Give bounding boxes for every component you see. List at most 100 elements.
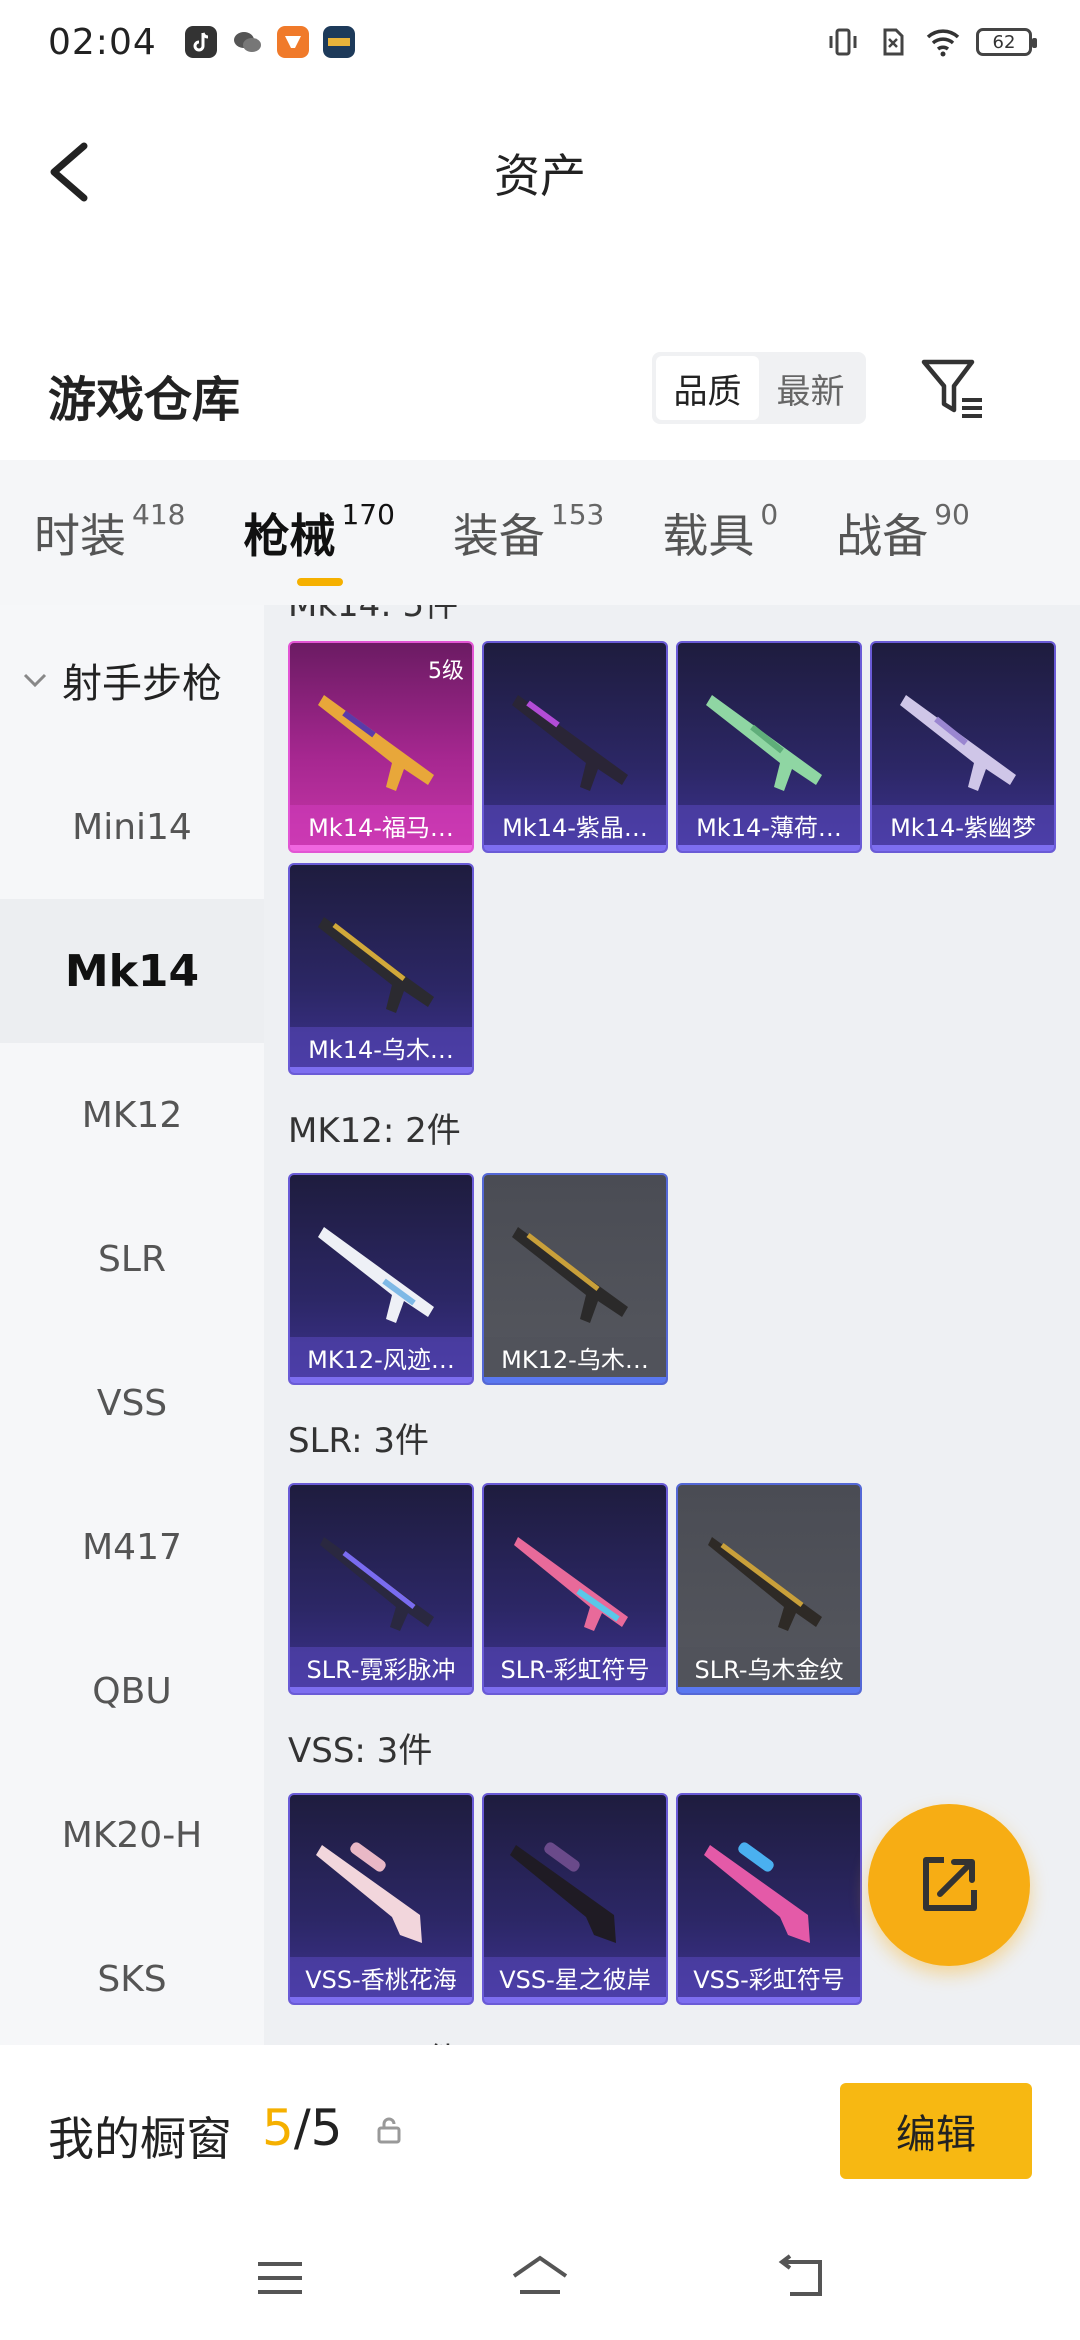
edit-button[interactable]: 编辑 — [840, 2083, 1032, 2179]
chevron-down-icon — [23, 673, 47, 688]
weapon-name: SLR-彩虹符号 — [484, 1647, 666, 1687]
section-title: M417: 1件 — [288, 2033, 460, 2045]
tab-label: 装备 — [452, 508, 545, 563]
sidebar-item-sks[interactable]: SKS — [0, 1907, 264, 2051]
tab-count: 0 — [760, 497, 779, 531]
share-button[interactable] — [868, 1804, 1030, 1966]
weapon-card[interactable]: VSS-香桃花海 — [288, 1793, 474, 2005]
tab-supplies[interactable]: 战备 90 — [836, 497, 970, 566]
warehouse-title: 游戏仓库 — [48, 372, 241, 428]
sidebar-group-header[interactable]: 射手步枪 — [0, 605, 264, 755]
rifle-icon — [318, 1227, 434, 1323]
weapon-card[interactable]: Mk14-薄荷… — [676, 641, 862, 853]
home-icon[interactable] — [508, 2246, 572, 2310]
tab-count: 170 — [341, 497, 395, 531]
weapon-card[interactable]: VSS-星之彼岸 — [482, 1793, 668, 2005]
section-title: SLR: 3件 — [288, 1421, 429, 1461]
weapon-card[interactable]: SLR-彩虹符号 — [482, 1483, 668, 1695]
sidebar-item-m417[interactable]: M417 — [0, 1475, 264, 1619]
tab-active-indicator — [297, 577, 344, 586]
page-title: 资产 — [494, 149, 586, 203]
category-tabs: 时装 418 枪械 170 装备 153 载具 0 战备 90 — [0, 460, 1080, 605]
weapon-card[interactable]: SLR-乌木金纹 — [676, 1483, 862, 1695]
no-sim-icon — [883, 28, 904, 56]
status-bar: 02:04 62 — [0, 0, 1080, 84]
sidebar-item-vss[interactable]: VSS — [0, 1331, 264, 1475]
sidebar-item-mk20h[interactable]: MK20-H — [0, 1763, 264, 1907]
back-nav-icon[interactable] — [768, 2246, 832, 2310]
rifle-icon — [316, 1842, 422, 1943]
game-app-icon — [322, 26, 355, 58]
notification-icons — [184, 26, 355, 58]
weapon-name: SLR-霓彩脉冲 — [290, 1647, 472, 1687]
sidebar-group-label: 射手步枪 — [62, 661, 222, 707]
sort-toggle: 品质 最新 — [652, 352, 866, 424]
tab-count: 418 — [132, 497, 186, 531]
menu-icon[interactable] — [248, 2246, 312, 2310]
showcase-total: /5 — [293, 2099, 343, 2157]
weapon-card[interactable]: Mk14-乌木… — [288, 863, 474, 1075]
weapon-card[interactable]: Mk14-紫晶… — [482, 641, 668, 853]
rifle-icon — [320, 1537, 434, 1631]
rifle-icon — [318, 917, 434, 1013]
showcase-panel: 我的橱窗 5/5 编辑 — [0, 2045, 1080, 2215]
tab-firearms[interactable]: 枪械 170 — [243, 497, 395, 586]
tab-count: 90 — [934, 497, 970, 531]
tab-label: 战备 — [836, 508, 929, 563]
weapon-name: MK12-风迹… — [290, 1337, 472, 1377]
sidebar-item-mini14[interactable]: Mini14 — [0, 755, 264, 899]
level-badge: 5级 — [428, 659, 464, 684]
sidebar-item-slr[interactable]: SLR — [0, 1187, 264, 1331]
weapon-card[interactable]: MK12-风迹… — [288, 1173, 474, 1385]
tiktok-icon — [184, 26, 217, 58]
section-title: MK12: 2件 — [288, 1111, 461, 1151]
weapon-card[interactable]: MK12-乌木… — [482, 1173, 668, 1385]
game-app-icon — [276, 26, 309, 58]
lock-icon — [377, 2117, 401, 2144]
status-time: 02:04 — [48, 21, 157, 63]
weapon-name: Mk14-紫幽梦 — [872, 805, 1054, 845]
weapon-card[interactable]: 5级 Mk14-福马… — [288, 641, 474, 853]
weapon-name: Mk14-福马… — [290, 805, 472, 845]
showcase-label: 我的橱窗 — [48, 2112, 232, 2166]
tab-label: 时装 — [34, 508, 126, 563]
weapon-name: Mk14-紫晶… — [484, 805, 666, 845]
weapon-name: VSS-彩虹符号 — [678, 1957, 860, 1997]
weapon-card[interactable]: VSS-彩虹符号 — [676, 1793, 862, 2005]
filter-icon[interactable] — [918, 354, 988, 424]
weapon-name: Mk14-乌木… — [290, 1027, 472, 1067]
warehouse-header: 游戏仓库 品质 最新 — [0, 340, 1080, 450]
rifle-icon — [900, 695, 1016, 791]
sidebar-item-qbu[interactable]: QBU — [0, 1619, 264, 1763]
rifle-icon — [510, 1842, 616, 1943]
sort-quality-button[interactable]: 品质 — [656, 356, 759, 420]
battery-icon: 62 — [976, 28, 1037, 56]
showcase-count: 5/5 — [262, 2099, 342, 2157]
weapon-name: SLR-乌木金纹 — [678, 1647, 860, 1687]
rifle-icon — [704, 1842, 810, 1943]
rifle-icon — [708, 1537, 822, 1631]
section-title: Mk14: 5件 — [288, 605, 459, 625]
rifle-icon — [512, 695, 628, 791]
tab-fashion[interactable]: 时装 418 — [34, 497, 186, 566]
sort-newest-button[interactable]: 最新 — [759, 356, 862, 420]
weapon-card[interactable]: SLR-霓彩脉冲 — [288, 1483, 474, 1695]
rifle-icon — [706, 695, 822, 791]
weapon-name: VSS-星之彼岸 — [484, 1957, 666, 1997]
sidebar-item-mk12[interactable]: MK12 — [0, 1043, 264, 1187]
wechat-icon — [233, 32, 261, 52]
tab-count: 153 — [550, 497, 605, 531]
tab-label: 载具 — [662, 508, 755, 563]
system-nav-bar — [0, 2215, 1080, 2340]
tab-equipment[interactable]: 装备 153 — [452, 497, 605, 566]
showcase-current: 5 — [262, 2099, 294, 2157]
share-icon — [923, 1857, 977, 1911]
weapon-name: VSS-香桃花海 — [290, 1957, 472, 1997]
nav-bar: 资产 — [0, 110, 1080, 230]
wifi-icon — [926, 29, 960, 57]
section-title: VSS: 3件 — [288, 1731, 433, 1771]
sidebar-item-mk14[interactable]: Mk14 — [0, 899, 264, 1043]
rifle-icon — [514, 1537, 628, 1631]
tab-vehicles[interactable]: 载具 0 — [662, 497, 779, 566]
weapon-card[interactable]: Mk14-紫幽梦 — [870, 641, 1056, 853]
